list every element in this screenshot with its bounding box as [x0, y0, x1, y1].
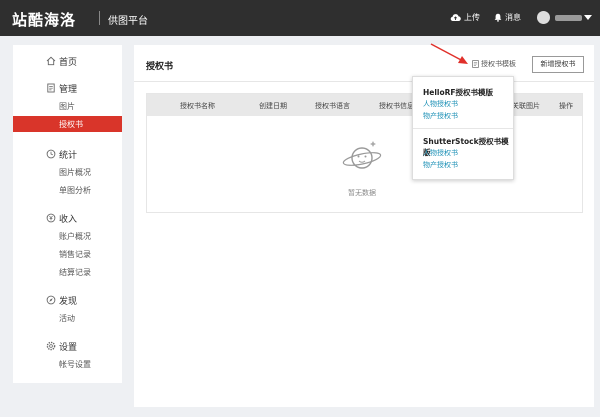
empty-state-text: 暂无数据: [348, 189, 376, 197]
popup-link-person[interactable]: 人物授权书: [423, 99, 458, 109]
sidebar-group-manage[interactable]: 管理: [13, 80, 122, 96]
column-header: 授权书名称: [180, 102, 215, 110]
compass-icon: [46, 295, 56, 305]
cloud-upload-icon: [450, 14, 461, 22]
sidebar-item-label: 帐号设置: [59, 360, 91, 369]
sidebar-item-label: 图片概况: [59, 168, 91, 177]
document-icon: [47, 83, 55, 93]
sidebar-group-discover[interactable]: 发现: [13, 292, 122, 308]
planet-empty-icon: [342, 141, 382, 169]
upload-label: 上传: [464, 13, 480, 22]
top-bar: 站酷海洛 供图平台 上传 消息: [0, 0, 600, 36]
sidebar-group-settings[interactable]: 设置: [13, 338, 122, 354]
home-icon: [46, 56, 56, 66]
annotation-arrow-icon: [430, 43, 468, 64]
upload-button[interactable]: 上传: [450, 12, 480, 23]
message-label: 消息: [505, 13, 521, 22]
sidebar-group-label: 统计: [59, 151, 78, 161]
sidebar-item-image-overview[interactable]: 图片概况: [13, 164, 122, 180]
sidebar-item-single-analysis[interactable]: 单图分析: [13, 182, 122, 198]
template-dropdown: HelloRF授权书模版 人物授权书 物产授权书 ShutterStock授权书…: [412, 76, 514, 180]
avatar[interactable]: [537, 11, 550, 24]
sidebar-group-label: 收入: [59, 215, 78, 225]
sidebar-item-label: 授权书: [59, 120, 83, 129]
brand-divider: [99, 11, 100, 25]
sidebar-group-label: 管理: [59, 85, 78, 95]
sidebar-item-label: 图片: [59, 102, 75, 111]
sidebar-group-income[interactable]: 收入: [13, 210, 122, 226]
template-link-label: 授权书模板: [481, 60, 516, 68]
table-header: 授权书名称 创建日期 授权书语言 授权书信息 关联图片 操作: [147, 94, 582, 116]
license-table: 授权书名称 创建日期 授权书语言 授权书信息 关联图片 操作 暂无数据: [146, 93, 583, 213]
popup-section-title: HelloRF授权书模版: [423, 88, 494, 97]
page-title: 授权书: [146, 62, 174, 72]
chevron-down-icon[interactable]: [584, 15, 592, 20]
add-license-button[interactable]: 新增授权书: [532, 56, 584, 73]
popup-link-property[interactable]: 物产授权书: [423, 160, 458, 170]
sidebar-item-images[interactable]: 图片: [13, 98, 122, 114]
column-header: 授权书信息: [379, 102, 414, 110]
sidebar-group-label: 发现: [59, 297, 78, 307]
sidebar-item-label: 活动: [59, 314, 75, 323]
username[interactable]: [555, 15, 582, 21]
sidebar-item-sales-records[interactable]: 销售记录: [13, 246, 122, 262]
sidebar-item-label: 单图分析: [59, 186, 91, 195]
column-header: 操作: [559, 102, 573, 110]
clock-icon: [46, 149, 56, 159]
bell-icon: [494, 13, 502, 22]
sidebar-item-label: 账户概况: [59, 232, 91, 241]
sidebar-item-label: 结算记录: [59, 268, 91, 277]
message-button[interactable]: 消息: [494, 12, 521, 23]
sidebar-item-account-overview[interactable]: 账户概况: [13, 228, 122, 244]
sidebar-item-label: 首页: [59, 58, 78, 68]
main-panel: 授权书 授权书模板 新增授权书 授权书名称 创建日期 授权书语言 授权书信息 关…: [134, 45, 594, 407]
column-header: 授权书语言: [315, 102, 350, 110]
column-header: 创建日期: [259, 102, 287, 110]
popup-link-person[interactable]: 人物授权书: [423, 148, 458, 158]
sidebar-item-settlement-records[interactable]: 结算记录: [13, 264, 122, 280]
platform-name: 供图平台: [108, 16, 148, 27]
sidebar-group-label: 设置: [59, 343, 78, 353]
coin-icon: [46, 213, 56, 223]
column-header: 关联图片: [512, 102, 540, 110]
divider: [134, 81, 594, 82]
template-link[interactable]: 授权书模板: [472, 59, 516, 69]
popup-link-property[interactable]: 物产授权书: [423, 111, 458, 121]
sidebar-item-label: 销售记录: [59, 250, 91, 259]
divider: [413, 128, 513, 129]
document-icon: [472, 60, 479, 68]
sidebar-item-activities[interactable]: 活动: [13, 310, 122, 326]
sidebar: 首页 管理 图片 授权书 统计 图片概况 单图分析 收入 账户概况 销售记录 结…: [13, 45, 122, 383]
brand-logo[interactable]: 站酷海洛: [12, 9, 76, 30]
sidebar-group-stats[interactable]: 统计: [13, 146, 122, 162]
sidebar-item-home[interactable]: 首页: [13, 53, 122, 69]
sidebar-item-license[interactable]: 授权书: [13, 116, 122, 132]
sidebar-item-account-settings[interactable]: 帐号设置: [13, 356, 122, 372]
gear-icon: [46, 341, 56, 351]
